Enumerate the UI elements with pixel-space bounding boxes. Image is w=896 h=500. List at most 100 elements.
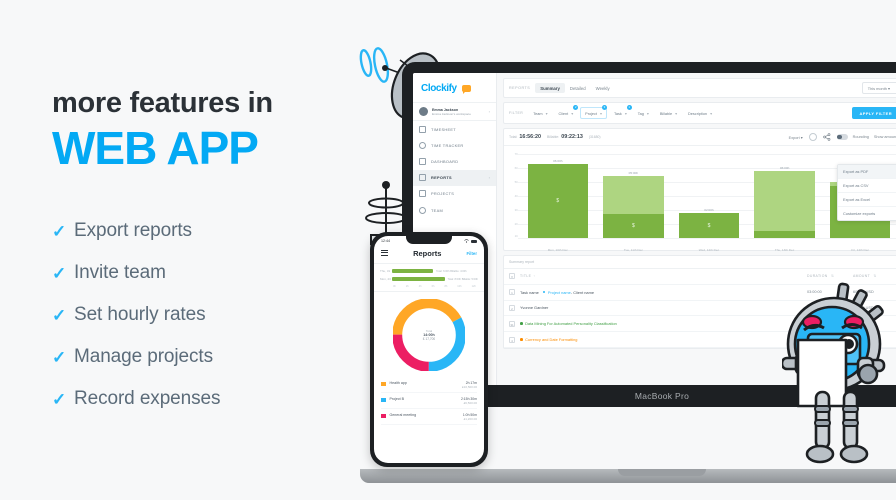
feature-label: Manage projects bbox=[74, 346, 213, 368]
daily-bar-chart: 7h 6h 5h 4h 3h 2h 1h 06:00h $ 05:00h $ 0… bbox=[504, 146, 896, 252]
chevron-down-icon: ▾ bbox=[710, 111, 713, 116]
filter-description[interactable]: Description ▾ bbox=[684, 108, 716, 118]
row-title: Yvonne Gardner bbox=[520, 305, 549, 311]
legend-item: Health app 2h 17m £10,500.00 bbox=[381, 377, 477, 393]
filter-icon[interactable]: ▾ bbox=[509, 273, 515, 280]
project-color-dot bbox=[520, 338, 523, 341]
bar-group[interactable]: 06:00h $ bbox=[527, 152, 589, 238]
billable-label: Billable: bbox=[546, 135, 560, 139]
y-axis: 7h 6h 5h 4h 3h 2h 1h bbox=[508, 152, 518, 238]
apply-filter-button[interactable]: APPLY FILTER bbox=[852, 107, 896, 119]
table-section-label: Summary report bbox=[504, 256, 896, 269]
phone-bar-row: Mon, 23 Total: 8:00h Billable: 5:00h bbox=[380, 277, 478, 281]
filter-label-text: Billable bbox=[659, 111, 673, 116]
x-tick: Fri, 14th Dec bbox=[851, 248, 870, 252]
billable-dollar-icon: $ bbox=[707, 222, 711, 229]
chevron-right-icon: › bbox=[488, 175, 490, 181]
sidebar-item-timesheet[interactable]: TIMESHEET bbox=[413, 121, 496, 137]
x-tick: Thu, 13th Dec bbox=[774, 248, 795, 252]
legend-time: 2:15h 30m bbox=[460, 396, 477, 401]
laptop-notch bbox=[618, 469, 706, 476]
billable-dollar-icon: $ bbox=[632, 223, 635, 230]
legend-item: General meeting 1:0h 50m £1,200.00 bbox=[381, 409, 477, 425]
phone-filter-button[interactable]: Filter bbox=[466, 251, 477, 256]
legend-values: 2:15h 30m £6,500.00 bbox=[461, 397, 477, 405]
sidebar-item-projects[interactable]: PROJECTS bbox=[413, 186, 496, 202]
legend-money: £10,500.00 bbox=[461, 384, 477, 389]
chevron-down-icon: ▾ bbox=[600, 111, 602, 116]
sidebar-item-team[interactable]: TEAM bbox=[413, 202, 496, 218]
legend-money: £1,200.00 bbox=[463, 416, 477, 421]
filter-project[interactable]: Project ▾ 3 bbox=[580, 105, 607, 119]
user-info: Emma Jackson Emma Jackson's workspace bbox=[432, 108, 489, 116]
filter-tag[interactable]: Tag ▾ bbox=[634, 108, 653, 118]
printer-icon[interactable] bbox=[808, 133, 817, 141]
export-dropdown-menu: Export as PDF Export as CSV Export as Ex… bbox=[837, 164, 896, 221]
report-tabs: REPORTS Summary Detailed Weekly This mon… bbox=[503, 78, 896, 98]
export-as-csv-item[interactable]: Export as CSV bbox=[838, 179, 896, 193]
sidebar-item-dashboard[interactable]: DASHBOARD bbox=[413, 153, 496, 169]
filter-team[interactable]: Team ▾ bbox=[529, 108, 551, 118]
filter-task[interactable]: Task ▾ 1 bbox=[610, 105, 632, 118]
chevron-down-icon: ▾ bbox=[646, 111, 649, 116]
export-as-pdf-item[interactable]: Export as PDF bbox=[838, 165, 896, 179]
bar-group[interactable]: 02:00h $ bbox=[678, 152, 740, 238]
check-icon: ✓ bbox=[52, 389, 67, 409]
axis-tick: 4h bbox=[418, 285, 422, 288]
bar-group[interactable]: 06:00h bbox=[754, 152, 815, 238]
tab-weekly[interactable]: Weekly bbox=[591, 83, 615, 93]
filter-badge: 3 bbox=[601, 105, 607, 110]
share-icon[interactable] bbox=[822, 133, 831, 141]
export-as-excel-item[interactable]: Export as Excel bbox=[838, 193, 896, 207]
app-logo[interactable]: Clockify bbox=[413, 80, 496, 102]
filter-badge: 2 bbox=[573, 105, 579, 110]
chart-x-labels: Mon, 10th Dec Tue, 11th Dec Wed, 12th De… bbox=[520, 248, 896, 252]
bar-value-label: 05:00h bbox=[628, 170, 639, 175]
axis-tick: 2h bbox=[405, 285, 409, 288]
logo-text: Clockify bbox=[421, 83, 457, 94]
check-icon: ✓ bbox=[52, 347, 67, 367]
export-label: Export bbox=[788, 135, 800, 140]
check-icon: ✓ bbox=[52, 305, 67, 325]
hamburger-icon[interactable] bbox=[381, 249, 388, 257]
column-title[interactable]: TITLE ↑ bbox=[520, 274, 807, 278]
phone-device: 12:44 Reports Filter Thu, 31 Total: 6:00… bbox=[370, 232, 488, 467]
export-button[interactable]: Export ▾ bbox=[789, 135, 803, 140]
customize-exports-item[interactable]: Customize exports bbox=[838, 207, 896, 220]
sidebar-item-reports[interactable]: REPORTS › bbox=[413, 169, 496, 186]
rounding-toggle[interactable] bbox=[836, 134, 848, 140]
donut-total-money: £ 17,700 bbox=[422, 337, 436, 341]
row-number: 1 bbox=[509, 289, 515, 296]
feature-label: Set hourly rates bbox=[74, 304, 206, 326]
axis-tick: 10h bbox=[457, 285, 462, 288]
filter-client[interactable]: Client ▾ 2 bbox=[554, 105, 579, 118]
row-title: Currency and Date Formatting bbox=[520, 337, 807, 342]
row-title: Task name Project name - Client name bbox=[520, 290, 807, 295]
phone-bar-row: Thu, 31 Total: 6:00h Billable: 4:00h bbox=[380, 269, 478, 273]
filter-billable[interactable]: Billable ▾ bbox=[656, 108, 681, 118]
filter-label-text: Task bbox=[613, 111, 622, 116]
project-name: Currency and Date Formatting bbox=[525, 337, 578, 343]
feature-label: Invite team bbox=[74, 262, 166, 284]
legend-values: 2h 17m £10,500.00 bbox=[462, 381, 477, 389]
legend-color-swatch bbox=[381, 413, 386, 418]
billable-dollar-icon: $ bbox=[556, 198, 560, 204]
tab-detailed[interactable]: Detailed bbox=[565, 83, 591, 93]
date-range-selector[interactable]: This month ▾ bbox=[861, 82, 896, 94]
bar-group[interactable]: 05:00h $ bbox=[603, 152, 664, 238]
axis-tick: 0h bbox=[393, 285, 396, 288]
reports-breadcrumb: REPORTS bbox=[509, 86, 531, 90]
bar-value-label: 02:00h bbox=[704, 207, 714, 212]
sidebar-item-label: PROJECTS bbox=[431, 191, 455, 197]
bar-value-label: 06:00h bbox=[553, 158, 563, 163]
workspace-switcher[interactable]: Emma Jackson Emma Jackson's workspace › bbox=[413, 102, 496, 121]
tab-summary[interactable]: Summary bbox=[535, 83, 565, 93]
device-scene: Clockify Emma Jackson Emma Jackson's wor… bbox=[330, 0, 896, 500]
legend-label: Health app bbox=[389, 380, 407, 385]
sidebar-item-label: REPORTS bbox=[431, 175, 452, 181]
feature-label: Record expenses bbox=[74, 388, 221, 410]
sidebar-item-time-tracker[interactable]: TIME TRACKER bbox=[413, 137, 496, 153]
filter-label-text: Client bbox=[558, 111, 569, 116]
status-icons bbox=[464, 239, 477, 243]
check-icon: ✓ bbox=[52, 263, 67, 283]
